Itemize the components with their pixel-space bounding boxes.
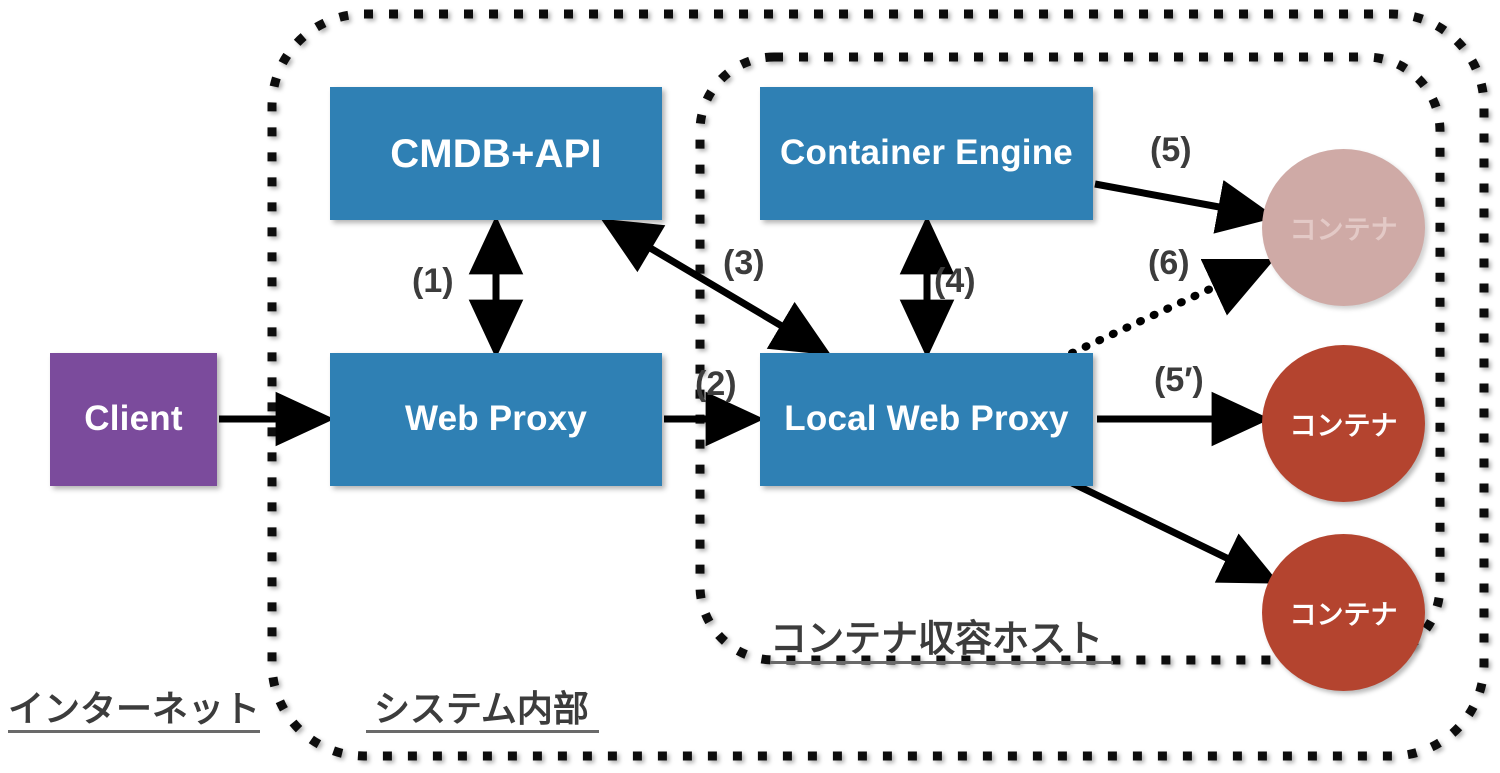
- zone-label-system-internal: システム内部: [366, 690, 599, 733]
- flow-label-step-4: (4): [934, 262, 976, 300]
- flow-label-step-5-prime: (5′): [1154, 361, 1204, 399]
- node-container-active-2[interactable]: コンテナ: [1262, 534, 1425, 691]
- zone-label-internet: インターネット: [8, 690, 261, 733]
- node-local-web-proxy[interactable]: Local Web Proxy: [760, 353, 1093, 486]
- arrow-cmdb-local-proxy: [600, 218, 832, 356]
- node-container-pending[interactable]: コンテナ: [1262, 149, 1425, 306]
- flow-label-step-3: (3): [723, 244, 765, 282]
- node-client[interactable]: Client: [50, 353, 217, 486]
- architecture-diagram: Client CMDB+API Web Proxy Container Engi…: [0, 0, 1500, 773]
- zone-label-container-host: コンテナ収容ホスト: [770, 619, 1113, 664]
- flow-label-step-1: (1): [412, 262, 454, 300]
- flow-label-step-5: (5): [1150, 131, 1192, 169]
- flow-label-step-6: (6): [1148, 244, 1190, 282]
- node-container-engine[interactable]: Container Engine: [760, 87, 1093, 220]
- arrow-container-engine-to-ghost-container: [1094, 179, 1277, 234]
- node-cmdb-api[interactable]: CMDB+API: [330, 87, 662, 220]
- arrow-local-proxy-to-container-bottom: [1070, 479, 1280, 584]
- flow-label-step-2: (2): [695, 365, 737, 403]
- node-web-proxy[interactable]: Web Proxy: [330, 353, 662, 486]
- node-container-active-1[interactable]: コンテナ: [1262, 345, 1425, 502]
